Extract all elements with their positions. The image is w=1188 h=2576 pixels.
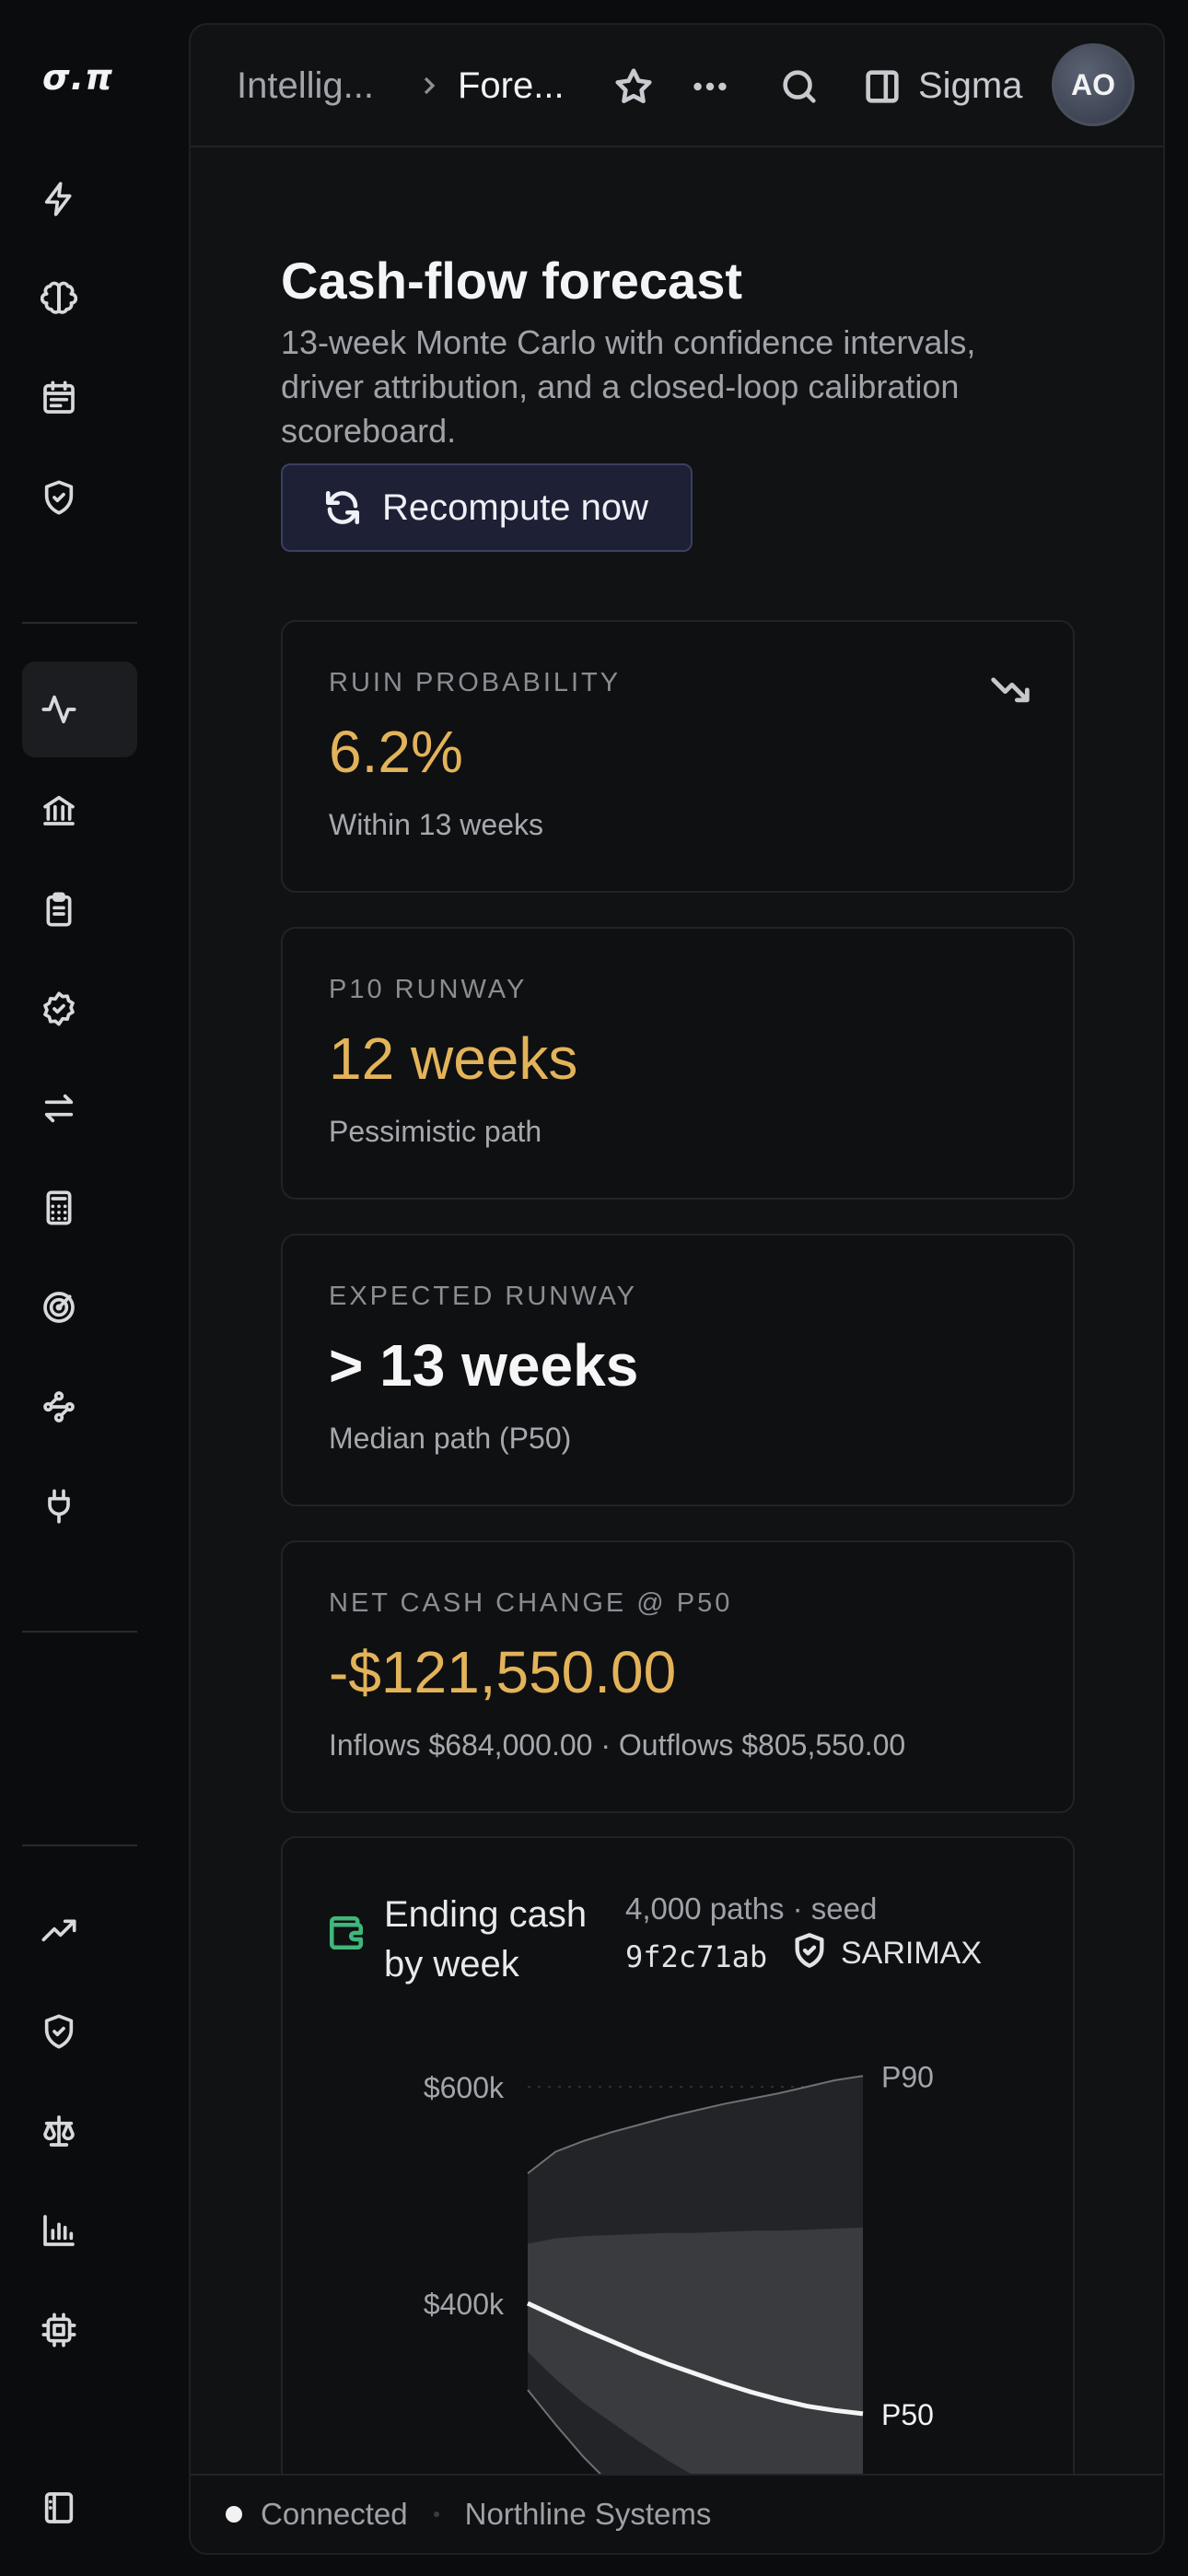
card-note: Within 13 weeks [329,808,543,841]
company-name[interactable]: Northline Systems [465,2497,712,2532]
sidebar-divider [22,1844,137,1846]
shield-check-icon[interactable] [22,450,137,545]
card-value: 6.2% [329,719,463,785]
trending-down-icon [990,668,1031,713]
breadcrumb-current[interactable]: Fore... [458,65,565,107]
p50-label: P50 [881,2398,934,2431]
ruin-probability-card: Ruin probability 6.2% Within 13 weeks [281,620,1075,893]
plug-icon[interactable] [22,1458,137,1554]
app-logo[interactable]: σ.π [42,57,116,98]
chart-model: SARIMAX [841,1936,983,1971]
card-note: Pessimistic path [329,1115,542,1148]
flow-nodes-icon[interactable] [22,1359,137,1455]
chevron-right-icon [414,71,444,105]
shield-check-icon[interactable] [22,1984,137,2079]
card-value: -$121,550.00 [329,1639,677,1705]
scales-icon[interactable] [22,2083,137,2179]
trending-up-icon[interactable] [22,1884,137,1980]
search-icon[interactable] [778,65,821,108]
card-label: P10 runway [329,975,528,1004]
y-tick-label: $600k [424,2071,505,2104]
recompute-button[interactable]: Recompute now [281,463,693,552]
calculator-icon[interactable] [22,1160,137,1256]
expected-runway-card: Expected runway > 13 weeks Median path (… [281,1234,1075,1506]
top-bar: Intellig... Fore... Sigma AO [191,25,1163,147]
bolt-icon[interactable] [22,151,137,247]
chart-title: Ending cash by week [384,1894,588,1985]
bar-chart-icon[interactable] [22,2183,137,2278]
page-title: Cash-flow forecast [281,252,742,310]
card-value: > 13 weeks [329,1332,639,1399]
wallet-icon [327,1914,366,1957]
card-label: Expected runway [329,1282,638,1311]
status-bar: Connected Northline Systems [191,2474,1163,2553]
card-label: Net cash change @ P50 [329,1588,733,1618]
cpu-icon[interactable] [22,2282,137,2378]
breadcrumb-parent[interactable]: Intellig... [237,65,374,107]
p10-runway-card: P10 runway 12 weeks Pessimistic path [281,927,1075,1200]
main-panel: Intellig... Fore... Sigma AO Cash-flow f… [189,23,1165,2555]
badge-check-icon[interactable] [22,961,137,1057]
card-label: Ruin probability [329,668,622,697]
sidebar-divider [22,622,137,624]
sidebar-divider [22,1631,137,1633]
star-icon[interactable] [612,65,655,108]
panel-toggle-icon[interactable] [861,65,903,108]
bank-icon[interactable] [22,762,137,858]
workspace-label[interactable]: Sigma [918,65,1022,107]
chart-seed: 9f2c71ab [625,1939,768,1974]
brain-icon[interactable] [22,251,137,346]
y-tick-label: $400k [424,2288,505,2321]
card-value: 12 weeks [329,1025,578,1092]
recompute-label: Recompute now [382,486,649,528]
ending-cash-fan-chart: $600k $400k P90 P50 [424,2060,934,2553]
target-icon[interactable] [22,1259,137,1355]
calendar-icon[interactable] [22,350,137,446]
avatar[interactable]: AO [1052,43,1135,126]
p90-label: P90 [881,2060,934,2093]
connection-status: Connected [261,2497,408,2531]
sidebar: σ.π [0,0,138,2576]
pulse-icon[interactable] [22,662,137,757]
status-separator [433,2512,439,2517]
shield-icon [791,1932,828,1973]
page-subtitle: 13-week Monte Carlo with confidence inte… [281,323,976,450]
refresh-icon [325,490,360,525]
card-note: Median path (P50) [329,1422,572,1455]
transfer-arrows-icon[interactable] [22,1060,137,1156]
sidebar-panel-icon[interactable] [22,2460,137,2556]
net-cash-change-card: Net cash change @ P50 -$121,550.00 Inflo… [281,1540,1075,1813]
ending-cash-chart-card: Ending cash by week 4,000 paths · seed 9… [281,1836,1075,2553]
chart-meta: 4,000 paths · seed [625,1891,878,1926]
card-note: Inflows $684,000.00 · Outflows $805,550.… [329,1728,906,1762]
clipboard-list-icon[interactable] [22,861,137,957]
more-options-icon[interactable] [689,65,731,108]
connection-dot [226,2506,242,2523]
